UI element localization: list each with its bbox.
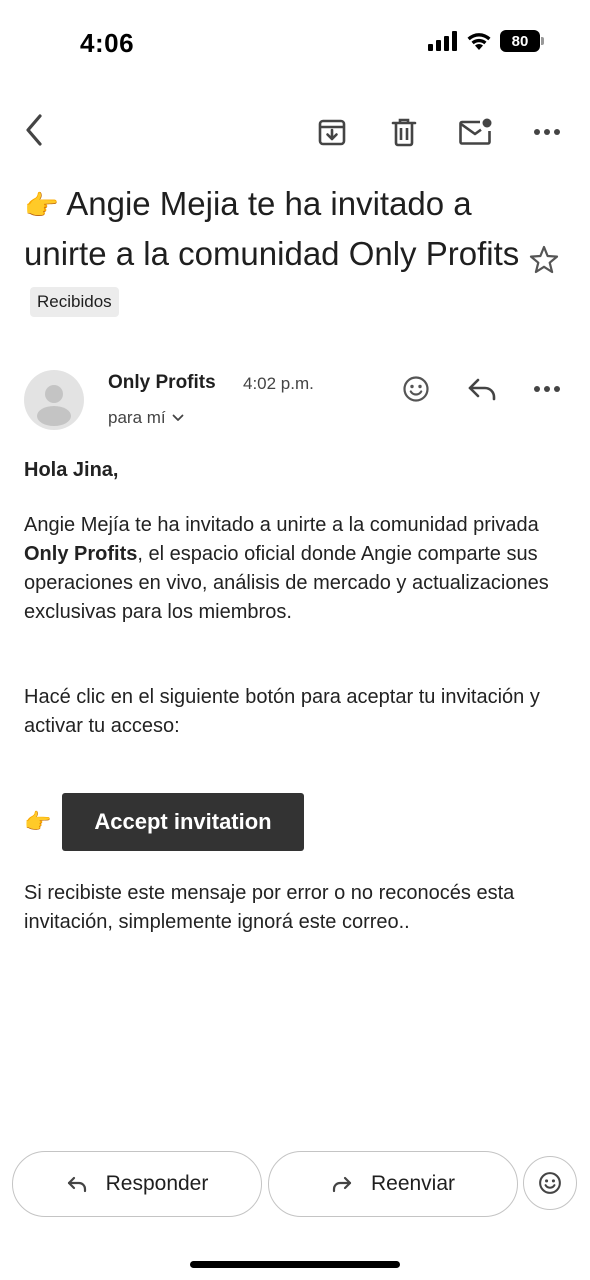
mark-unread-button[interactable] — [456, 114, 496, 150]
email-subject: 👉 Angie Mejia te ha invitado a unirte a … — [24, 180, 524, 326]
reply-icon — [67, 1176, 86, 1193]
recipient-details-toggle[interactable]: para mí — [108, 408, 184, 428]
home-indicator[interactable] — [190, 1261, 400, 1268]
add-reaction-button[interactable] — [400, 373, 432, 405]
archive-icon — [318, 119, 346, 146]
greeting: Hola Jina, — [24, 459, 119, 481]
person-icon — [37, 385, 71, 426]
more-options-icon — [534, 386, 560, 392]
wifi-icon — [467, 33, 491, 50]
emoji-reaction-button[interactable] — [523, 1156, 577, 1210]
reply-label: Responder — [105, 1172, 209, 1195]
email-toolbar — [0, 108, 590, 154]
status-time: 4:06 — [80, 28, 135, 58]
pointing-hand-icon: 👉 — [24, 809, 52, 835]
message-more-options-button[interactable] — [530, 373, 564, 405]
recipient-label: para mí — [108, 408, 166, 427]
star-button[interactable] — [528, 244, 560, 281]
subject-text: Angie Mejia te ha invitado a unirte a la… — [24, 185, 520, 272]
body-paragraph-disclaimer: Si recibiste este mensaje por error o no… — [24, 882, 515, 933]
status-bar: 4:06 80 — [0, 0, 590, 90]
forward-label: Reenviar — [370, 1172, 456, 1195]
more-options-icon — [534, 129, 560, 135]
smiley-icon — [403, 376, 429, 402]
delete-button[interactable] — [386, 114, 422, 150]
back-button[interactable] — [18, 108, 50, 152]
reply-button[interactable] — [464, 373, 500, 405]
cellular-signal-icon — [428, 31, 457, 51]
star-icon — [529, 245, 559, 274]
body-paragraph-instructions: Hacé clic en el siguiente botón para ace… — [24, 686, 540, 737]
community-name: Only Profits — [24, 543, 138, 565]
archive-button[interactable] — [314, 114, 350, 150]
inbox-label-chip[interactable]: Recibidos — [30, 287, 119, 317]
trash-icon — [391, 118, 417, 147]
mark-unread-icon — [459, 118, 492, 145]
more-options-button[interactable] — [530, 114, 564, 150]
body-paragraph-invitation: Angie Mejía te ha invitado a unirte a la… — [24, 514, 549, 623]
sender-avatar[interactable] — [24, 370, 84, 430]
forward-pill-button[interactable]: Reenviar — [268, 1151, 518, 1217]
cta-row: 👉 Accept invitation — [24, 793, 304, 851]
battery-level: 80 — [511, 32, 529, 50]
reply-pill-button[interactable]: Responder — [12, 1151, 262, 1217]
accept-invitation-button[interactable]: Accept invitation — [62, 793, 304, 851]
sender-name[interactable]: Only Profits — [108, 372, 216, 394]
status-icons: 80 — [428, 30, 544, 52]
battery-icon: 80 — [500, 30, 540, 52]
forward-icon — [332, 1176, 352, 1193]
email-time: 4:02 p.m. — [243, 374, 314, 393]
battery-indicator: 80 — [500, 30, 544, 52]
back-arrow-icon — [26, 114, 42, 146]
reply-icon — [468, 378, 496, 401]
pointing-hand-icon: 👉 — [24, 189, 59, 222]
chevron-down-icon — [172, 414, 184, 421]
smiley-icon — [539, 1172, 561, 1194]
